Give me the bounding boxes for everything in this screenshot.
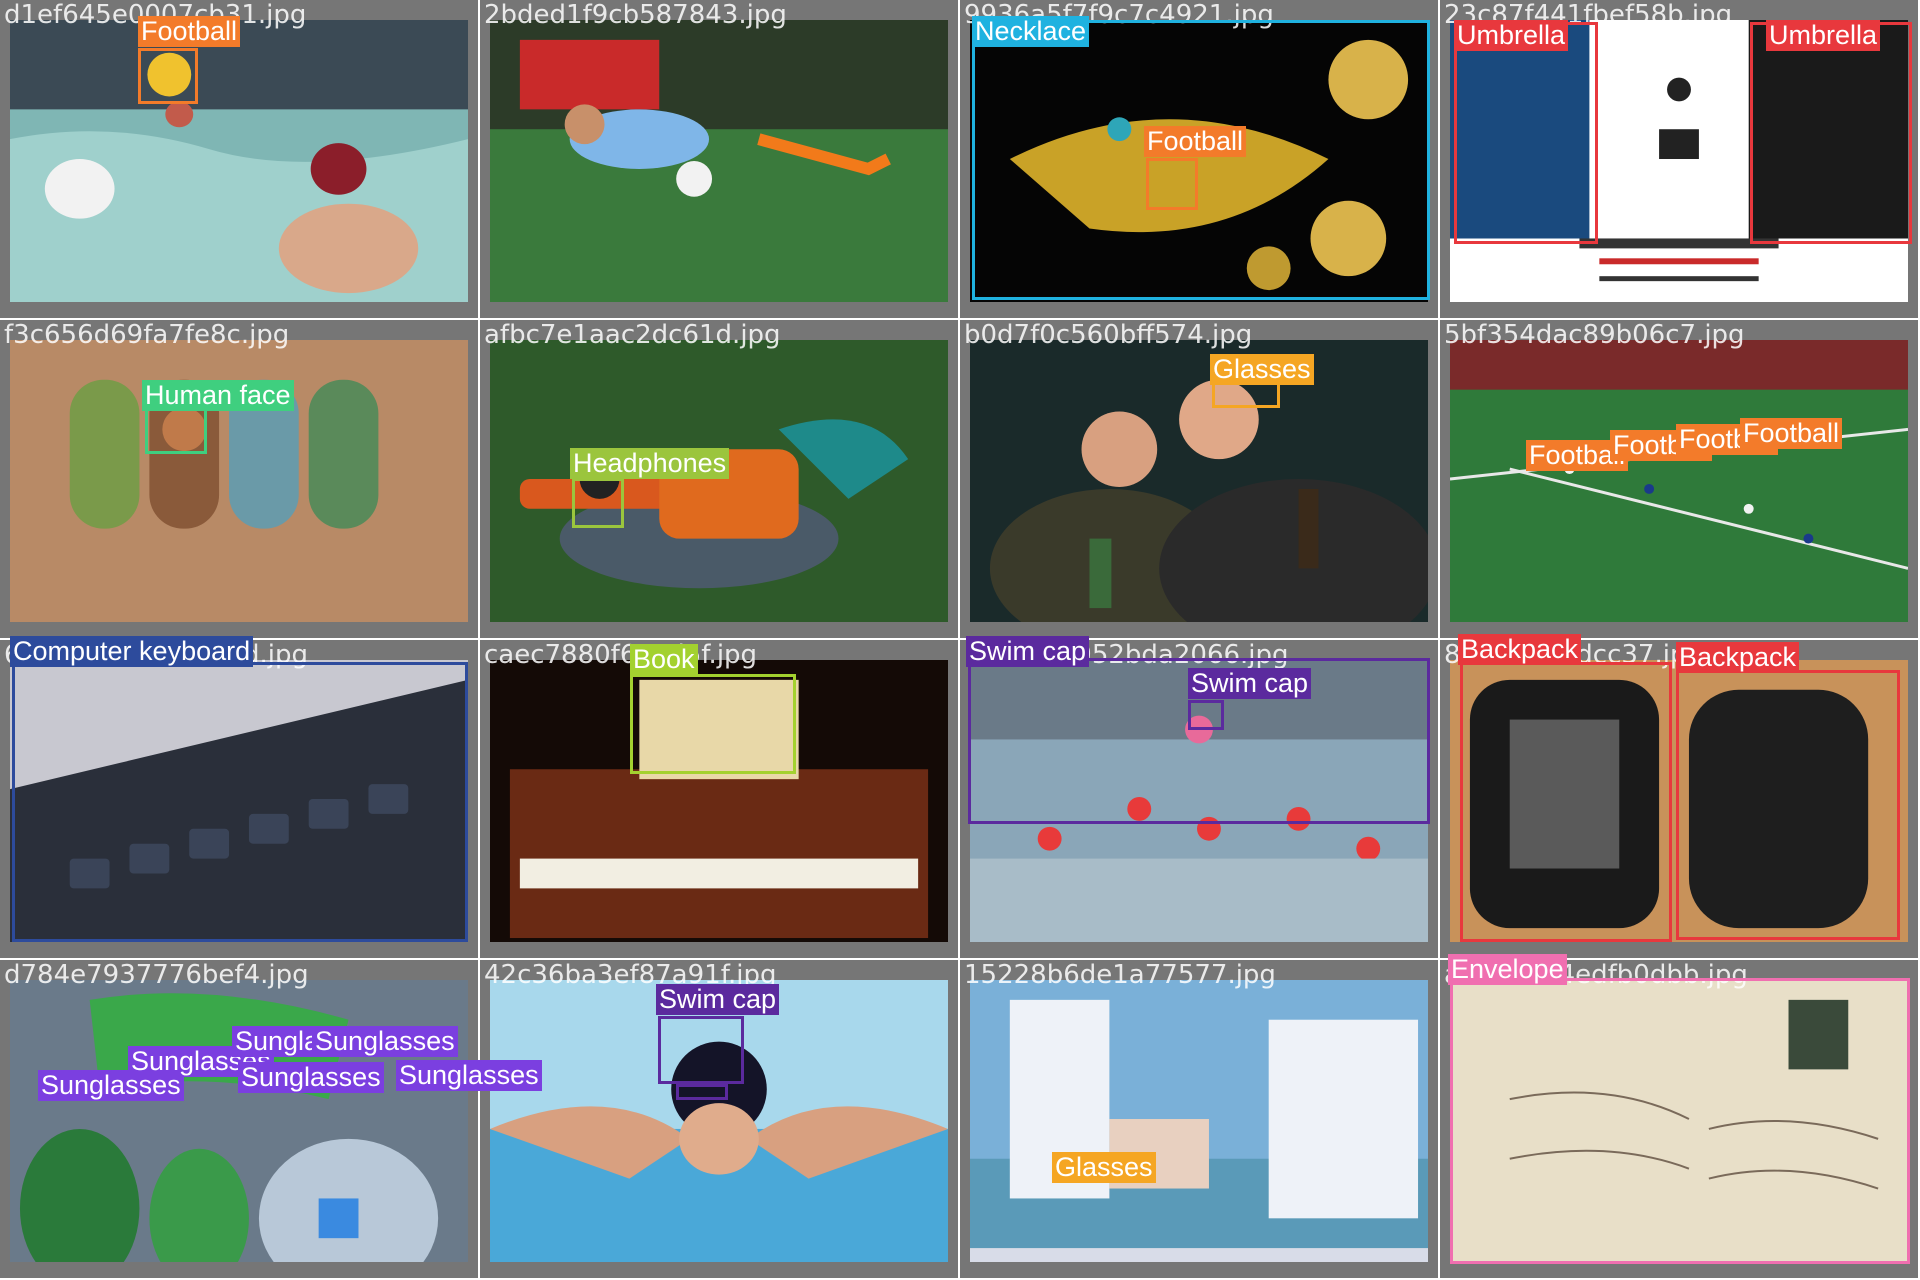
filename: 15228b6de1a77577.jpg [964,960,1276,990]
photo [10,20,468,302]
photo [970,980,1428,1262]
photo-football-player [490,20,948,302]
box-label: Swim cap [656,984,780,1015]
box-label: Umbrella [1454,20,1569,51]
box-label: Football [138,16,241,47]
box-label: Umbrella [1766,20,1881,51]
image-tile[interactable]: ae991d14edfb0dbb.jpg Envelope [1440,954,1920,1280]
photo-chainsaw [490,340,948,622]
box-label: Envelope [1448,954,1567,985]
filename: 5bf354dac89b06c7.jpg [1444,320,1745,350]
image-tile[interactable]: afbc7e1aac2dc61d.jpg Headphones [480,320,960,640]
bounding-box [676,1084,728,1100]
bounding-box [1460,662,1672,942]
box-label: Swim cap [966,636,1090,667]
filename: caec7880f6aad5f.jpg [484,640,758,670]
box-label: Glasses [1052,1152,1156,1183]
box-label: Football [1144,126,1247,157]
photo-parade [10,980,468,1262]
photo [970,340,1428,622]
image-tile[interactable]: 2bded1f9cb587843.jpg Football [480,0,1247,320]
bounding-box [572,478,624,528]
filename: f3c656d69fa7fe8c.jpg [4,320,290,350]
box-label: Book [630,644,698,675]
box-label: Backpack [1676,642,1800,673]
bounding-box [138,48,198,104]
filename: d784e7937776bef4.jpg [4,960,309,990]
box-label: Computer keyboard [10,636,254,667]
photo [1450,340,1908,622]
image-tile[interactable]: 9936a5f7f9c7c4921.jpg Necklace [960,0,1440,320]
image-grid: d1ef645e0007cb31.jpg Football 2bded1f9cb… [0,0,1920,1280]
image-tile[interactable]: 42c36ba3ef87a91f.jpg Swim cap [480,960,960,1280]
box-label: Football [1740,418,1843,449]
photo [490,20,948,302]
box-label: Headphones [570,448,730,479]
bounding-box [1750,22,1912,244]
box-label: Sunglasses [312,1026,458,1057]
image-tile[interactable]: b0d7f0c560bff574.jpg Glasses [960,320,1440,640]
bounding-box [1188,700,1224,730]
photo-water-polo [10,20,468,302]
bounding-box [1450,978,1910,1264]
box-label: Necklace [972,16,1090,47]
filename: 2bded1f9cb587843.jpg [484,0,787,30]
image-tile[interactable]: 886b0074dcc37.jpg Backpack Backpack [1440,634,1920,960]
box-label: Glasses [1210,354,1314,385]
photo [10,980,468,1262]
box-label: Sunglasses [396,1060,542,1091]
image-tile[interactable]: 23c87f441fbef58b.jpg Umbrella Umbrella [1440,0,1920,320]
bounding-box [12,662,468,942]
bounding-box [1454,22,1598,244]
image-tile[interactable]: 5bf354dac89b06c7.jpg Football Football F… [1440,320,1920,640]
box-label: Sunglasses [238,1062,384,1093]
box-label: Human face [142,380,294,411]
photo-desktop [970,980,1428,1262]
image-tile[interactable]: caec7880f6aad5f.jpg Book [480,640,960,960]
photo-people [970,340,1428,622]
filename: afbc7e1aac2dc61d.jpg [484,320,781,350]
filename: b0d7f0c560bff574.jpg [964,320,1253,350]
photo [490,340,948,622]
image-tile[interactable]: 15228b6de1a77577.jpg Glasses [960,960,1440,1280]
image-tile[interactable]: 1cc1853052bda2066.jpg Swim cap Swim cap [960,636,1440,960]
image-tile[interactable]: f3c656d69fa7fe8c.jpg Human face [0,320,480,640]
box-label: Backpack [1458,634,1582,665]
image-tile[interactable]: d1ef645e0007cb31.jpg Football [0,0,480,320]
bounding-box [630,674,796,774]
bounding-box [1676,670,1900,940]
image-tile[interactable]: d784e7937776bef4.jpg Sunglasses Sunglass… [0,960,542,1280]
box-label: Swim cap [1188,668,1312,699]
photo-football-field [1450,340,1908,622]
bounding-box [972,20,1430,300]
image-tile[interactable]: 6aede04f1302537d.jpg Computer keyboard [0,636,480,960]
bounding-box [658,1016,744,1084]
